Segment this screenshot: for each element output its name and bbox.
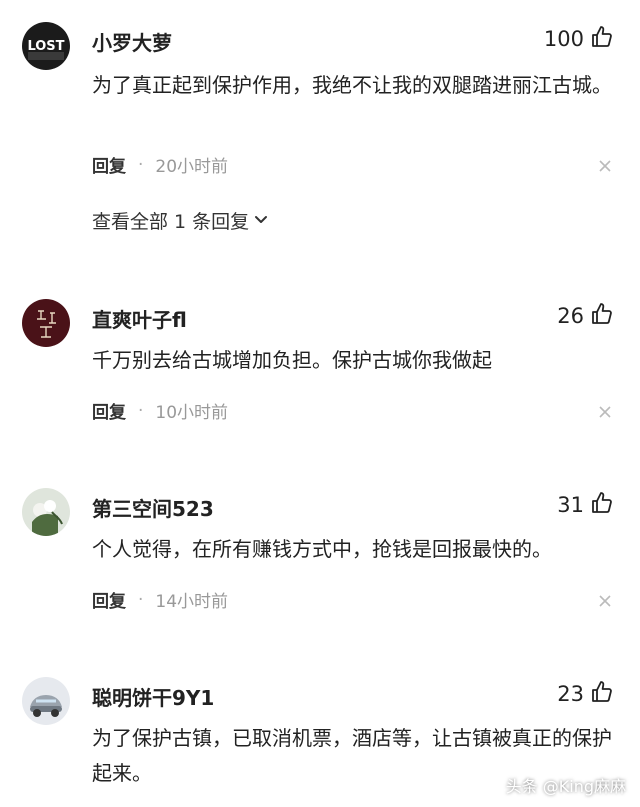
avatar[interactable]: [22, 299, 70, 347]
watermark: 头条 @King麻麻: [505, 777, 626, 796]
like-count: 31: [557, 493, 584, 517]
timestamp: 14小时前: [155, 592, 229, 612]
like-count: 23: [557, 682, 584, 706]
thumbs-up-icon: [590, 491, 614, 520]
username[interactable]: 聪明饼干9Y1: [92, 682, 214, 711]
thumbs-up-icon: [590, 680, 614, 709]
like-button[interactable]: 26: [557, 301, 614, 331]
comment-text: 个人觉得，在所有赚钱方式中，抢钱是回报最快的。: [92, 537, 552, 561]
thumbs-up-icon: [590, 302, 614, 331]
chevron-down-icon: [249, 210, 269, 232]
username[interactable]: 第三空间523: [92, 493, 214, 522]
view-replies-button[interactable]: 查看全部 1 条回复: [92, 207, 269, 234]
close-icon[interactable]: [598, 405, 612, 419]
reply-button[interactable]: 回复: [92, 587, 126, 612]
like-count: 26: [557, 304, 584, 328]
username[interactable]: 直爽叶子fl: [92, 304, 187, 333]
username[interactable]: 小罗大萝: [92, 27, 172, 56]
comment-text: 千万别去给古城增加负担。保护古城你我做起: [92, 348, 492, 372]
close-icon[interactable]: [598, 159, 612, 173]
avatar[interactable]: [22, 488, 70, 536]
timestamp: 10小时前: [155, 403, 229, 423]
separator-dot: ·: [138, 154, 144, 175]
comment-meta: 回复 · 14小时前: [92, 587, 229, 613]
comment-text: 为了真正起到保护作用，我绝不让我的双腿踏进丽江古城。: [92, 73, 612, 97]
avatar[interactable]: [22, 677, 70, 725]
avatar[interactable]: LOST: [22, 22, 70, 70]
like-button[interactable]: 100: [544, 24, 614, 54]
close-icon[interactable]: [598, 594, 612, 608]
reply-button[interactable]: 回复: [92, 398, 126, 423]
thumbs-up-icon: [590, 25, 614, 54]
separator-dot: ·: [138, 589, 144, 610]
timestamp: 20小时前: [155, 157, 229, 177]
comment-meta: 回复 · 10小时前: [92, 398, 229, 424]
avatar-text: LOST: [27, 39, 64, 54]
separator-dot: ·: [138, 400, 144, 421]
like-button[interactable]: 23: [557, 679, 614, 709]
reply-button[interactable]: 回复: [92, 152, 126, 177]
comment-meta: 回复 · 20小时前: [92, 152, 229, 178]
like-count: 100: [543, 27, 584, 51]
view-replies-label: 查看全部 1 条回复: [92, 211, 250, 233]
like-button[interactable]: 31: [557, 490, 614, 520]
